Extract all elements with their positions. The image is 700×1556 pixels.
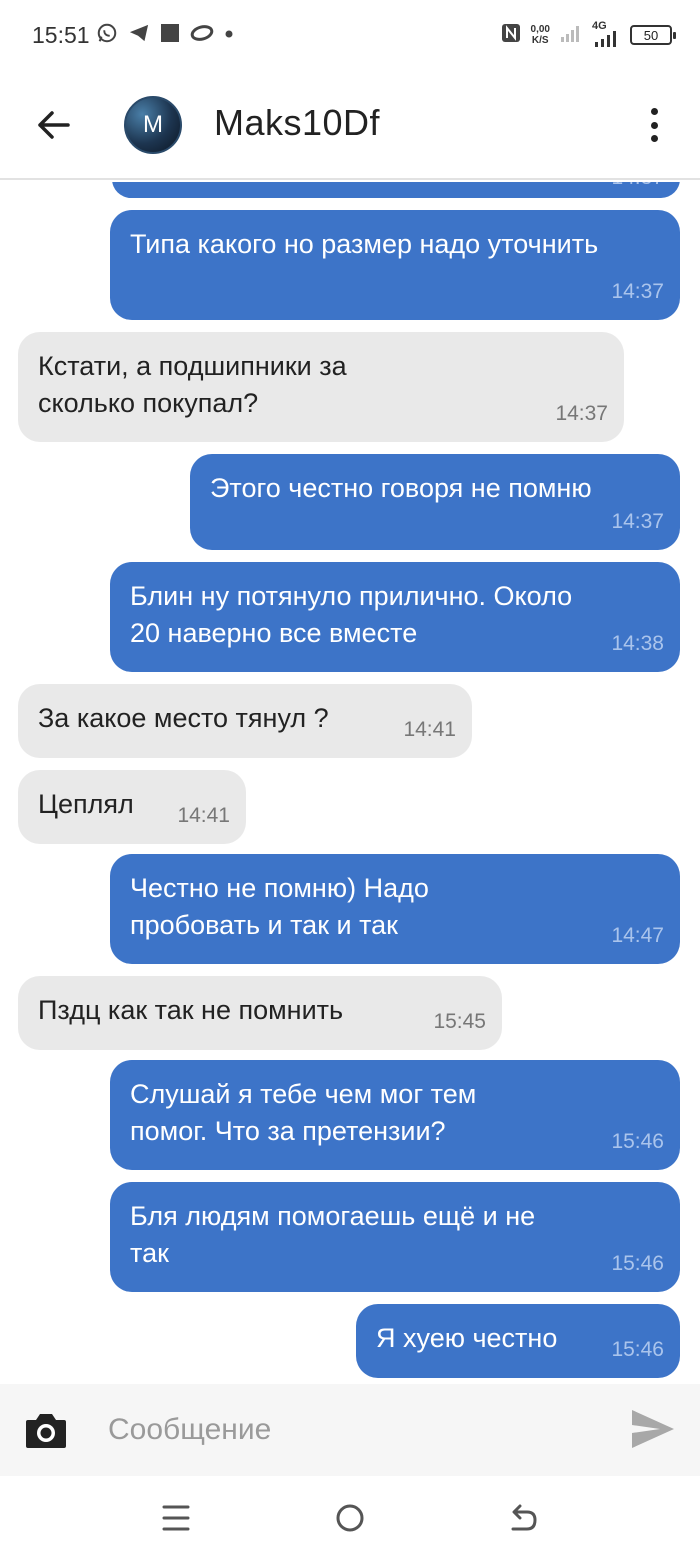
status-bar: 15:51 0,00 K/S 4G 50 — [0, 0, 700, 70]
nfc-icon — [501, 23, 521, 48]
message-time: 14:41 — [177, 804, 230, 827]
message-bubble-incoming[interactable]: Пздц как так не помнить 15:45 — [18, 976, 502, 1050]
message-time: 14:41 — [403, 718, 456, 741]
net-speed: 0,00 K/S — [531, 24, 550, 46]
message-time: 15:46 — [611, 1130, 664, 1153]
message-time: 14:37 — [611, 280, 664, 303]
home-circle-icon — [336, 1504, 364, 1532]
message-text: За какое место тянул ? — [38, 703, 329, 733]
avatar-letter: M — [143, 111, 163, 138]
status-time: 15:51 — [32, 22, 90, 48]
menu-icon — [162, 1505, 190, 1531]
message-text: Бля людям помогаешь ещё и не так — [130, 1201, 536, 1268]
contact-name[interactable]: Maks10Df — [214, 102, 380, 144]
more-vertical-icon — [650, 108, 658, 115]
message-time: 14:37 — [611, 510, 664, 533]
return-icon — [511, 1504, 537, 1531]
message-bubble-outgoing[interactable]: Этого честно говоря не помню 14:37 — [190, 454, 680, 550]
message-bubble-outgoing[interactable]: Бля людям помогаешь ещё и не так 15:46 — [110, 1182, 680, 1292]
message-time: 14:37 — [555, 402, 608, 425]
camera-icon — [26, 1414, 66, 1448]
message-composer — [0, 1384, 700, 1476]
message-time: 15:46 — [611, 1338, 664, 1361]
camera-button[interactable] — [24, 1410, 68, 1450]
message-bubble-outgoing[interactable]: Я хуею честно 15:46 — [356, 1304, 680, 1378]
send-icon — [632, 1410, 674, 1448]
more-options-button[interactable] — [644, 102, 664, 148]
system-icons: 0,00 K/S 4G 50 — [501, 20, 676, 50]
message-bubble-incoming[interactable]: Цеплял 14:41 — [18, 770, 246, 844]
telegram-icon — [128, 23, 150, 48]
message-time: 14:38 — [611, 632, 664, 655]
notification-icons — [96, 22, 234, 48]
message-text: Пздц как так не помнить — [38, 995, 344, 1025]
nav-back-button[interactable] — [504, 1498, 544, 1538]
net-speed-unit: K/S — [531, 35, 549, 46]
message-input[interactable] — [108, 1406, 608, 1454]
signal-weak-icon — [560, 23, 582, 48]
square-icon — [160, 23, 180, 48]
message-bubble-incoming[interactable]: Кстати, а подшипники за сколько покупал?… — [18, 332, 624, 442]
message-time: 14:37 — [611, 182, 664, 196]
message-text: Слушай я тебе чем мог тем помог. Что за … — [130, 1079, 477, 1146]
whatsapp-icon — [96, 22, 118, 49]
battery-level: 50 — [643, 27, 659, 43]
message-text: Типа какого но размер надо уточнить — [130, 229, 599, 259]
message-bubble-outgoing[interactable]: Блин ну потянуло прилично. Около 20 наве… — [110, 562, 680, 672]
loop-icon — [190, 24, 214, 47]
back-button[interactable] — [28, 100, 78, 150]
message-text: Честно не помню) Надо пробовать и так и … — [130, 873, 429, 940]
net-speed-value: 0,00 — [530, 24, 550, 35]
arrow-left-icon — [38, 111, 70, 139]
dot-icon — [224, 26, 234, 44]
battery-icon: 50 — [630, 25, 676, 45]
message-text: Кстати, а подшипники за сколько покупал? — [38, 351, 347, 418]
message-bubble-outgoing[interactable]: Честно не помню) Надо пробовать и так и … — [110, 854, 680, 964]
message-bubble-incoming[interactable]: За какое место тянул ? 14:41 — [18, 684, 472, 758]
signal-4g-icon: 4G — [592, 20, 620, 48]
nav-menu-button[interactable] — [156, 1498, 196, 1538]
message-bubble-outgoing[interactable]: Слушай я тебе чем мог тем помог. Что за … — [110, 1060, 680, 1170]
message-text: Блин ну потянуло прилично. Около 20 наве… — [130, 581, 573, 648]
message-time: 15:46 — [611, 1252, 664, 1275]
contact-avatar[interactable]: M — [124, 96, 182, 154]
chat-header: M Maks10Df — [0, 70, 700, 180]
message-bubble-outgoing[interactable]: 14:37 — [112, 182, 680, 198]
message-time: 15:45 — [433, 1010, 486, 1033]
message-bubble-outgoing[interactable]: Типа какого но размер надо уточнить 14:3… — [110, 210, 680, 320]
nav-home-button[interactable] — [330, 1498, 370, 1538]
message-text: Этого честно говоря не помню — [210, 473, 592, 503]
send-button[interactable] — [630, 1408, 676, 1452]
message-time: 14:47 — [611, 924, 664, 947]
system-navigation-bar — [0, 1476, 700, 1556]
message-list[interactable]: 14:37 Типа какого но размер надо уточнит… — [0, 182, 700, 1384]
